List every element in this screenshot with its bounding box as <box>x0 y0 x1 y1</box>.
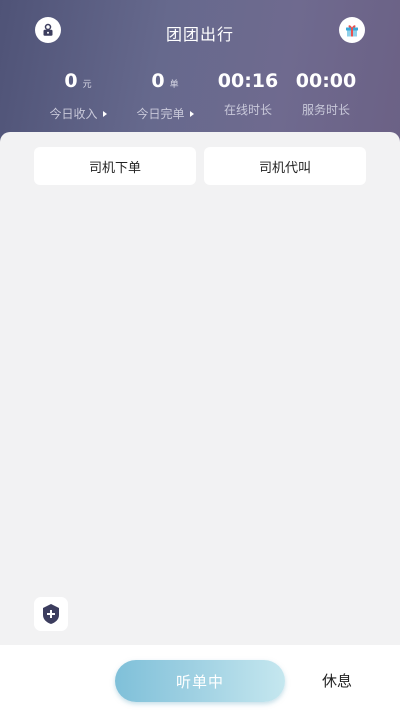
stat-value: 00:00 <box>295 70 357 92</box>
stat-unit: 元 <box>82 80 92 90</box>
stat-today-income[interactable]: 0元 今日收入 <box>28 68 128 122</box>
safety-shield-button[interactable] <box>34 597 68 631</box>
stat-service-time: 00:00 服务时长 <box>276 68 376 118</box>
stat-value: 0 <box>64 70 78 92</box>
shield-plus-icon <box>43 604 59 624</box>
caret-right-icon <box>189 111 194 117</box>
stat-value: 0 <box>151 70 165 92</box>
stat-label: 今日完单 <box>136 107 185 121</box>
stat-label: 在线时长 <box>223 103 272 117</box>
gift-icon[interactable] <box>339 17 365 43</box>
order-panel <box>0 132 400 648</box>
stat-label: 今日收入 <box>49 107 98 121</box>
listening-button[interactable]: 听单中 <box>115 660 285 702</box>
stat-unit: 单 <box>169 80 179 90</box>
stat-value: 00:16 <box>217 70 279 92</box>
header: 团团出行 0元 今日收入 0单 今日完单 00:16 在线时长 00:00 服务… <box>0 0 400 150</box>
caret-right-icon <box>102 111 107 117</box>
driver-order-button[interactable]: 司机下单 <box>34 147 196 185</box>
stat-label: 服务时长 <box>301 103 350 117</box>
rest-button[interactable]: 休息 <box>312 670 362 692</box>
driver-call-button[interactable]: 司机代叫 <box>204 147 366 185</box>
